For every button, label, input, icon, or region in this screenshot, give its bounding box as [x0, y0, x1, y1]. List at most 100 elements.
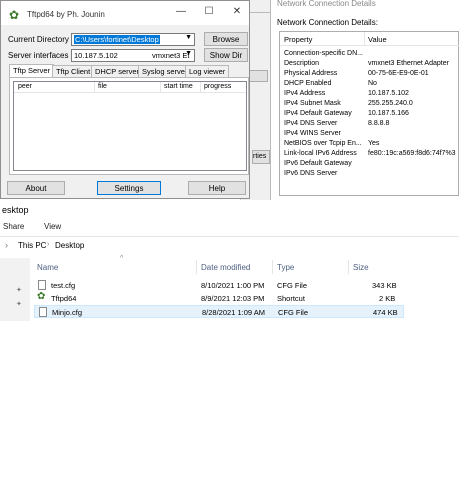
- help-button[interactable]: Help: [188, 181, 246, 195]
- tftpd-app-icon: ✿: [9, 8, 20, 22]
- file-name: Tftpd64: [51, 294, 77, 303]
- browse-button[interactable]: Browse: [204, 32, 248, 46]
- details-heading: Network Connection Details:: [277, 18, 378, 27]
- property-name: IPv4 DNS Server: [284, 120, 338, 127]
- about-button[interactable]: About: [7, 181, 65, 195]
- breadcrumb-desktop[interactable]: Desktop: [55, 241, 84, 250]
- property-name: Link-local IPv6 Address: [284, 150, 357, 157]
- transfer-list[interactable]: peer file start time progress: [13, 81, 247, 171]
- property-name: DHCP Enabled: [284, 80, 332, 87]
- details-row[interactable]: IPv4 DNS Server 8.8.8.8: [280, 120, 459, 130]
- file-name: test.cfg: [51, 281, 76, 290]
- current-directory-combo[interactable]: C:\Users\fortinet\Desktop ▼: [71, 33, 195, 46]
- chevron-right-icon[interactable]: ›: [47, 241, 49, 248]
- column-separator[interactable]: [94, 82, 95, 93]
- properties-button[interactable]: rties: [252, 150, 270, 164]
- minimize-icon[interactable]: —: [169, 6, 193, 20]
- details-row[interactable]: Link-local IPv6 Address fe80::19c:a569:f8…: [280, 150, 459, 160]
- column-header-size[interactable]: Size: [353, 263, 369, 272]
- details-row[interactable]: NetBIOS over Tcpip En... Yes: [280, 140, 459, 150]
- maximize-icon[interactable]: ☐: [197, 6, 221, 20]
- file-type: CFG File: [278, 308, 308, 317]
- column-separator[interactable]: [364, 32, 365, 46]
- details-list-header: Property Value: [280, 32, 459, 46]
- column-separator[interactable]: [200, 82, 201, 93]
- column-header-type[interactable]: Type: [277, 263, 294, 272]
- tab-tftp-server[interactable]: Tftp Server: [9, 64, 55, 77]
- column-header-start-time[interactable]: start time: [164, 83, 193, 90]
- column-separator[interactable]: [160, 82, 161, 93]
- pin-icon: ✦: [16, 287, 22, 294]
- details-row[interactable]: IPv6 Default Gateway: [280, 160, 459, 170]
- file-date: 8/10/2021 1:00 PM: [201, 281, 265, 290]
- file-type: CFG File: [277, 281, 307, 290]
- breadcrumb-this-pc[interactable]: This PC: [18, 241, 46, 250]
- column-header-progress[interactable]: progress: [204, 83, 231, 90]
- column-separator[interactable]: [272, 260, 273, 274]
- server-interface-name: vmxnet3 Et: [152, 51, 190, 60]
- property-name: Physical Address: [284, 70, 338, 77]
- column-header-date[interactable]: Date modified: [201, 263, 250, 272]
- transfer-list-header: peer file start time progress: [14, 82, 246, 93]
- chevron-right-icon[interactable]: ›: [5, 240, 8, 250]
- column-separator[interactable]: [196, 260, 197, 274]
- window-title: Network Connection Details: [277, 0, 376, 8]
- server-interface-ip: 10.187.5.102: [74, 51, 118, 60]
- file-row[interactable]: ✿ Tftpd64 8/9/2021 12:03 PM Shortcut 2 K…: [34, 291, 404, 305]
- close-icon[interactable]: ✕: [225, 6, 249, 20]
- details-row[interactable]: IPv4 Default Gateway 10.187.5.166: [280, 110, 459, 120]
- column-header-property[interactable]: Property: [284, 35, 312, 44]
- menu-share[interactable]: Share: [3, 222, 24, 231]
- explorer-title: esktop: [2, 205, 29, 215]
- address-bar: › This PC › Desktop: [0, 238, 459, 254]
- file-name: Minjo.cfg: [52, 308, 83, 317]
- details-row[interactable]: IPv4 Address 10.187.5.102: [280, 90, 459, 100]
- file-icon: [39, 307, 47, 317]
- property-value: 00-75-6E-E9-0E-01: [368, 70, 429, 77]
- property-name: IPv4 Address: [284, 90, 326, 97]
- details-row[interactable]: IPv6 DNS Server: [280, 170, 459, 180]
- file-size: 343 KB: [372, 281, 397, 290]
- menu-view[interactable]: View: [44, 222, 61, 231]
- divider: [248, 12, 270, 16]
- file-size: 474 KB: [373, 308, 398, 317]
- tab-tftp-client[interactable]: Tftp Client: [52, 65, 95, 77]
- sort-arrow-icon: ^: [120, 255, 124, 262]
- property-name: NetBIOS over Tcpip En...: [284, 140, 362, 147]
- property-value: fe80::19c:a569:f8d6:74f7%3: [368, 150, 456, 157]
- title-bar[interactable]: ✿ Tftpd64 by Ph. Jounin — ☐ ✕: [1, 1, 249, 25]
- server-interfaces-combo[interactable]: 10.187.5.102 vmxnet3 Et ▼: [71, 49, 195, 62]
- column-header-peer[interactable]: peer: [18, 83, 32, 90]
- file-row-selected[interactable]: Minjo.cfg 8/28/2021 1:09 AM CFG File 474…: [34, 305, 404, 318]
- details-row[interactable]: IPv4 Subnet Mask 255.255.240.0: [280, 100, 459, 110]
- details-row[interactable]: IPv4 WINS Server: [280, 130, 459, 140]
- file-date: 8/28/2021 1:09 AM: [202, 308, 265, 317]
- details-row[interactable]: Physical Address 00-75-6E-E9-0E-01: [280, 70, 459, 80]
- details-row[interactable]: Description vmxnet3 Ethernet Adapter: [280, 60, 459, 70]
- navigation-pane[interactable]: [0, 258, 30, 321]
- details-list[interactable]: Property Value Connection-specific DN...…: [279, 31, 459, 196]
- property-value: 10.187.5.102: [368, 90, 409, 97]
- column-header-name[interactable]: Name: [37, 263, 58, 272]
- property-value: vmxnet3 Ethernet Adapter: [368, 60, 449, 67]
- details-row[interactable]: DHCP Enabled No: [280, 80, 459, 90]
- chevron-down-icon[interactable]: ▼: [185, 34, 192, 41]
- file-type: Shortcut: [277, 294, 305, 303]
- tab-log-viewer[interactable]: Log viewer: [185, 65, 230, 77]
- column-separator[interactable]: [348, 260, 349, 274]
- property-name: Description: [284, 60, 320, 67]
- chevron-down-icon[interactable]: ▼: [185, 50, 192, 57]
- settings-button[interactable]: Settings: [97, 181, 161, 195]
- background-button[interactable]: [248, 70, 268, 82]
- tftpd64-window: ✿ Tftpd64 by Ph. Jounin — ☐ ✕ Current Di…: [0, 0, 250, 199]
- property-value: No: [368, 80, 377, 87]
- file-icon: [38, 280, 46, 290]
- column-header-file[interactable]: file: [98, 83, 107, 90]
- column-header-value[interactable]: Value: [368, 35, 387, 44]
- details-row[interactable]: Connection-specific DN...: [280, 50, 459, 60]
- tab-syslog-server[interactable]: Syslog server: [138, 65, 192, 77]
- property-value: 255.255.240.0: [368, 100, 413, 107]
- show-dir-button[interactable]: Show Dir: [204, 48, 248, 62]
- tab-dhcp-server[interactable]: DHCP server: [91, 65, 144, 77]
- property-name: IPv4 Subnet Mask: [284, 100, 341, 107]
